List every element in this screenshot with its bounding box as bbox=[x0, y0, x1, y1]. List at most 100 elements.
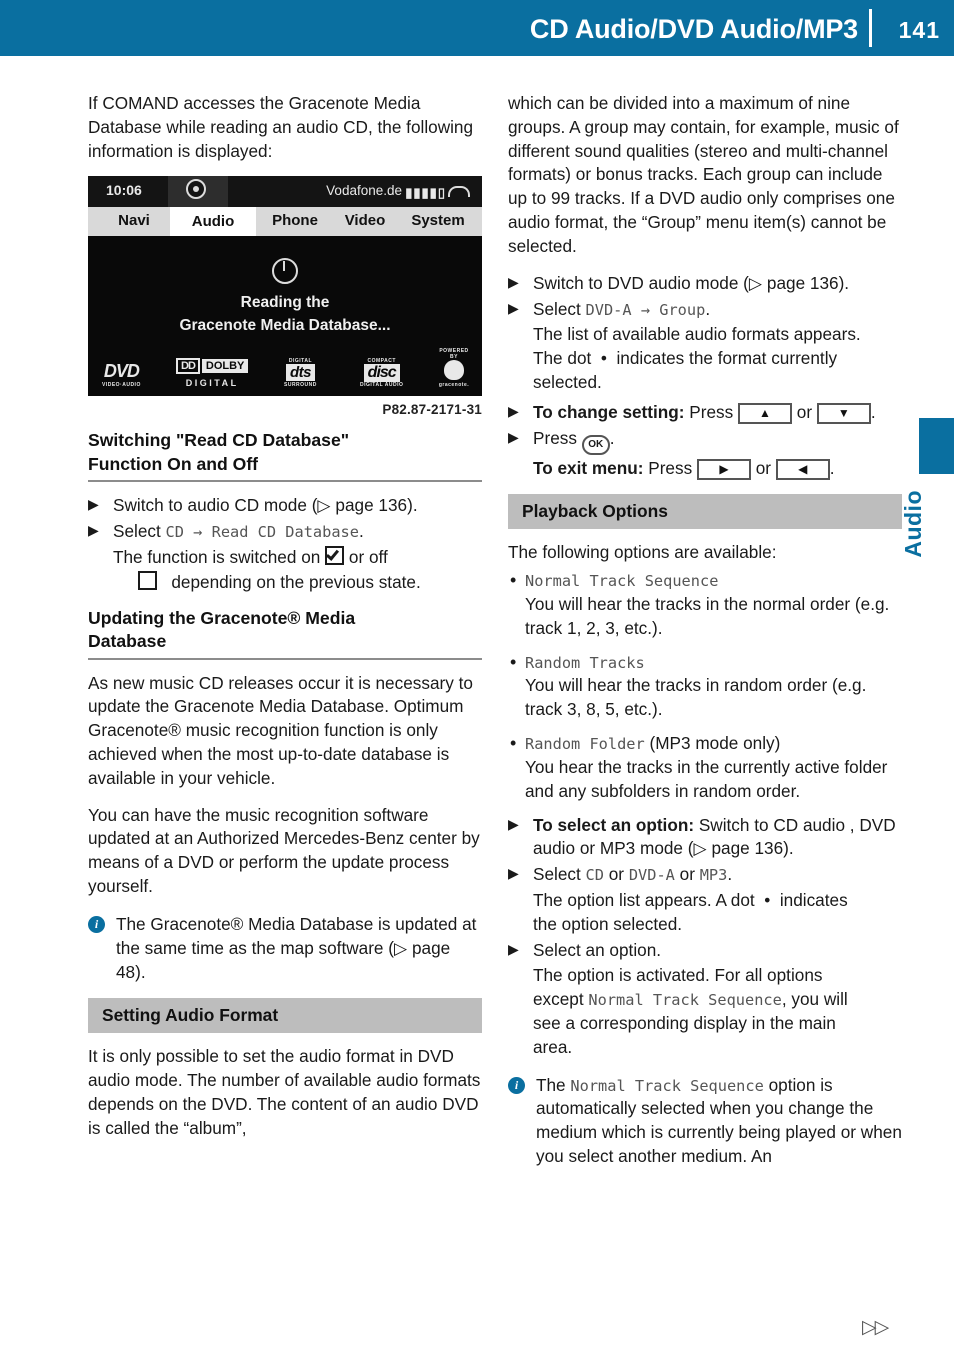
step-text: Press bbox=[684, 401, 738, 422]
subheading-updating-gracenote: Updating the Gracenote® Media Database bbox=[88, 607, 482, 653]
option-name-normal-sequence: Normal Track Sequence bbox=[588, 991, 782, 1010]
menu-item-video[interactable]: Video bbox=[332, 212, 398, 229]
dts-logo-icon: DIGITAL dts SURROUND bbox=[284, 358, 317, 388]
note-text-pre: The bbox=[536, 1074, 571, 1095]
step-or: or bbox=[674, 864, 700, 885]
result-text-b1: The dot bbox=[533, 348, 592, 369]
status-clock: 10:06 bbox=[106, 182, 142, 199]
screen-status-message: Reading the Gracenote Media Database... bbox=[88, 292, 482, 337]
step-bold-label: To select an option: bbox=[533, 814, 695, 835]
step-or: or bbox=[603, 864, 629, 885]
menu-path-arrow: → bbox=[631, 300, 660, 319]
gracenote-blob-icon bbox=[444, 360, 464, 381]
key-down-button[interactable]: ▼ bbox=[816, 402, 871, 424]
result-text-c: depending on the previous state. bbox=[171, 572, 421, 593]
step-switch-dvd-audio: ▶ Switch to DVD audio mode (▷ page 136). bbox=[508, 272, 902, 296]
dvd-logo-sub: VIDEO·AUDIO bbox=[102, 382, 141, 389]
dolby-word: DOLBY bbox=[201, 359, 249, 374]
step-suffix: . bbox=[727, 864, 733, 885]
subheading2-line1: Updating the Gracenote® Media bbox=[88, 608, 356, 629]
menu-path-cd: CD bbox=[165, 522, 184, 541]
result-line-c: see a corresponding display in the main bbox=[533, 1013, 836, 1033]
result-line-b: The dot • indicates the format currently bbox=[533, 347, 902, 371]
screen-content-area: Reading the Gracenote Media Database... … bbox=[88, 236, 482, 397]
right-column: which can be divided into a maximum of n… bbox=[508, 92, 902, 1179]
step-bold-label: To change setting: bbox=[533, 401, 685, 422]
selection-dot-icon: • bbox=[596, 348, 612, 369]
ok-button-icon[interactable]: OK bbox=[581, 434, 610, 455]
page-header-bar: CD Audio/DVD Audio/MP3 141 bbox=[0, 0, 954, 56]
note-text: The Gracenote® Media Database is updated… bbox=[116, 913, 477, 982]
step-change-setting: ▶ To change setting: Press ▲ or ▼. bbox=[508, 401, 902, 425]
menu-path-dvd-a: DVD-A bbox=[585, 300, 632, 319]
result-line-a: The list of available audio formats appe… bbox=[533, 324, 861, 345]
phone-handset-icon bbox=[448, 186, 470, 198]
menu-item-navi[interactable]: Navi bbox=[102, 212, 166, 229]
dolby-mark: DD bbox=[176, 358, 200, 375]
screen-logo-strip: DVD VIDEO·AUDIO DD DOLBY DIGITAL DIGITAL … bbox=[88, 346, 482, 388]
step-select-cd-dvda-mp3: ▶ Select CD or DVD-A or MP3. bbox=[508, 863, 902, 887]
screen-message-line2: Gracenote Media Database... bbox=[179, 316, 391, 334]
paragraph-options-intro: The following options are available: bbox=[508, 542, 777, 563]
menu-item-audio[interactable]: Audio bbox=[170, 207, 256, 237]
result-line-c: selected. bbox=[533, 371, 602, 392]
step-arrow-icon: ▶ bbox=[508, 273, 519, 290]
option-random-tracks-description: You will hear the tracks in random order… bbox=[525, 675, 867, 720]
result-text-pre: except bbox=[533, 989, 589, 1010]
menu-path-arrow: → bbox=[183, 522, 212, 541]
signal-strength-icon: ▮▮▮▮▯ bbox=[405, 185, 446, 201]
step-switch-audio-cd: ▶ Switch to audio CD mode (▷ page 136). bbox=[88, 494, 482, 518]
step-result-unchecked: depending on the previous state. bbox=[88, 571, 482, 595]
step-or: or bbox=[750, 457, 776, 478]
side-tab-label: Audio bbox=[900, 490, 926, 558]
result-text-a2: indicates bbox=[779, 889, 848, 910]
step-or: or bbox=[792, 401, 817, 422]
selection-dot-icon: • bbox=[759, 889, 776, 910]
status-carrier: Vodafone.de bbox=[326, 183, 402, 199]
step-bold-label: To exit menu: bbox=[533, 457, 644, 478]
step-arrow-icon: ▶ bbox=[88, 495, 99, 512]
paragraph-update-methods: You can have the music recognition softw… bbox=[88, 804, 480, 897]
step-list-dvd-audio-format: ▶ Switch to DVD audio mode (▷ page 136).… bbox=[508, 272, 902, 481]
dvd-logo-text: DVD bbox=[103, 361, 140, 382]
result-line-b: except Normal Track Sequence, you will bbox=[533, 988, 902, 1012]
option-random-folder-description: You hear the tracks in the currently act… bbox=[525, 756, 888, 801]
step-end: . bbox=[870, 401, 876, 422]
gracenote-sub: gracenote. bbox=[438, 382, 470, 389]
comand-screenshot-figure: 10:06 Vodafone.de ▮▮▮▮▯ Navi Audio Phone… bbox=[88, 176, 482, 417]
option-suffix: (MP3 mode only) bbox=[644, 733, 781, 754]
result-line-b: the option selected. bbox=[533, 913, 683, 934]
result-line-a: The option list appears. A dot • indicat… bbox=[533, 889, 902, 913]
screen-message-line1: Reading the bbox=[240, 294, 330, 312]
subheading2-rule bbox=[88, 657, 482, 660]
step-list-select-option: ▶ To select an option: Switch to CD audi… bbox=[508, 814, 902, 1060]
option-name: Normal Track Sequence bbox=[525, 572, 719, 591]
note-gracenote-map-update: i The Gracenote® Media Database is updat… bbox=[88, 913, 482, 984]
section-heading-playback-options: Playback Options bbox=[508, 494, 902, 530]
menu-path-read-cd-database: Read CD Database bbox=[211, 522, 359, 541]
step-suffix: . bbox=[358, 520, 364, 541]
side-tab-marker bbox=[919, 418, 954, 474]
step-arrow-icon: ▶ bbox=[508, 940, 519, 957]
dolby-digital-logo-icon: DD DOLBY DIGITAL bbox=[176, 358, 249, 388]
subheading-line2: Function On and Off bbox=[88, 453, 259, 474]
step-result-format-list: The list of available audio formats appe… bbox=[508, 323, 902, 394]
result-text-b: or off bbox=[348, 546, 388, 567]
result-text-b2: indicates the format currently bbox=[616, 348, 838, 369]
step-result-switch-state: The function is switched on or off bbox=[88, 545, 482, 570]
step-select-read-cd-database: ▶ Select CD → Read CD Database. bbox=[88, 520, 482, 544]
step-text: Switch to DVD audio mode (▷ page 136). bbox=[533, 272, 850, 293]
note-option-name: Normal Track Sequence bbox=[570, 1076, 764, 1095]
info-icon: i bbox=[88, 915, 105, 933]
note-normal-track-sequence-auto: i The Normal Track Sequence option is au… bbox=[508, 1074, 902, 1169]
step-text: Select an option. bbox=[533, 939, 662, 960]
menu-item-system[interactable]: System bbox=[400, 212, 476, 229]
menu-item-phone[interactable]: Phone bbox=[260, 212, 330, 229]
key-left-button[interactable]: ◀ bbox=[775, 458, 830, 480]
option-name: Random Tracks bbox=[525, 653, 645, 672]
info-icon: i bbox=[508, 1076, 525, 1094]
key-right-button[interactable]: ▶ bbox=[696, 458, 751, 480]
step-arrow-icon: ▶ bbox=[508, 815, 519, 832]
key-up-button[interactable]: ▲ bbox=[738, 402, 792, 424]
dts-main: dts bbox=[285, 364, 315, 382]
